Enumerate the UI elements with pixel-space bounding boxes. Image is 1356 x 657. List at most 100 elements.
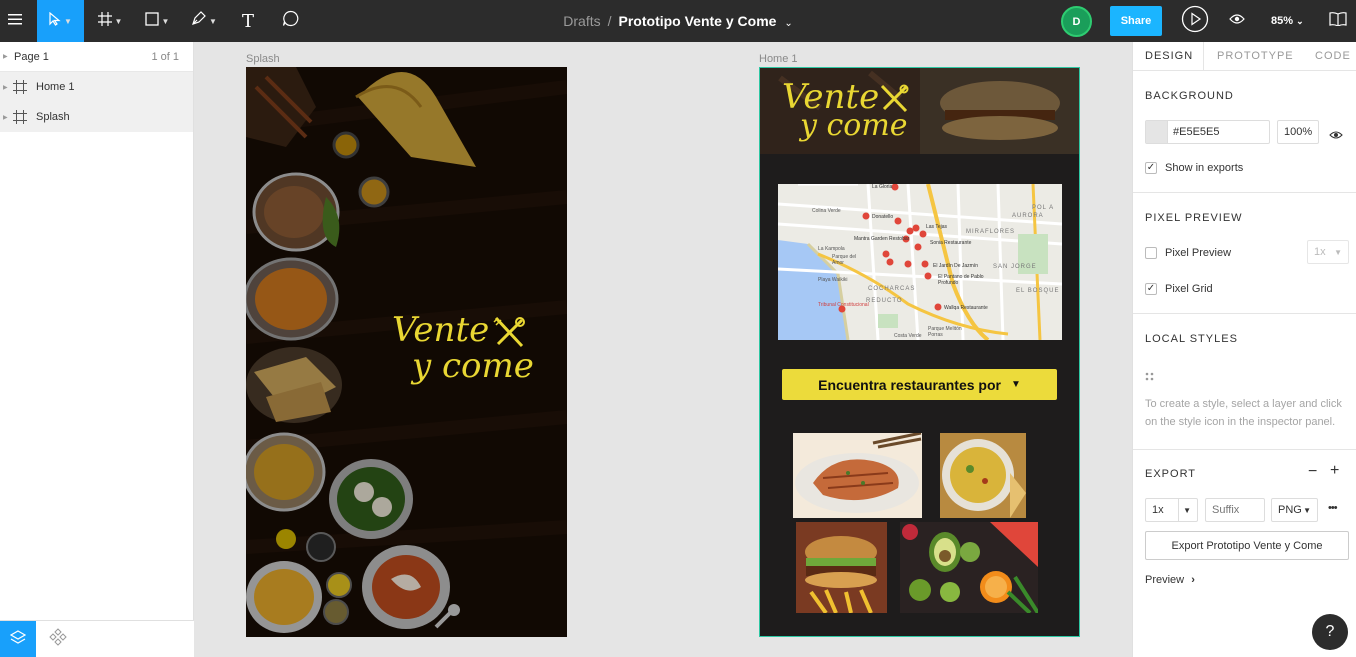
food-photo-soup[interactable] [940, 433, 1026, 518]
present-button[interactable] [1180, 0, 1210, 42]
chevron-down-icon: ▼ [1334, 247, 1342, 257]
food-photo-burger[interactable] [796, 522, 887, 613]
layer-label: Splash [36, 111, 70, 123]
burger-image [796, 522, 887, 613]
header-banner: Vente y come [760, 68, 1079, 154]
inspector-tabs: DESIGN PROTOTYPE CODE [1133, 42, 1356, 71]
add-export-button[interactable]: + [1330, 462, 1339, 480]
export-more-button[interactable]: ••• [1328, 502, 1338, 514]
bg-color-field[interactable]: #E5E5E5 [1145, 120, 1270, 144]
page-name: Page 1 [14, 50, 49, 63]
breadcrumb-separator: / [607, 13, 612, 29]
map-district: POL A [1032, 205, 1055, 211]
help-button[interactable]: ? [1312, 614, 1348, 650]
play-icon [1181, 5, 1209, 38]
map-label: Donatello [872, 214, 894, 220]
layers-tab[interactable] [0, 621, 36, 657]
map-label: El Pantano de Pablo Profundo [938, 274, 984, 286]
remove-export-button[interactable]: − [1308, 463, 1317, 481]
map-label: Parque del Amor [832, 254, 857, 266]
export-section: EXPORT − + 1x ▼ PNG ▼ ••• Export Prototi… [1133, 450, 1356, 610]
splash-frame[interactable]: Vente y come [246, 67, 567, 637]
home-frame-label[interactable]: Home 1 [759, 53, 798, 65]
page-selector[interactable]: ▶ Page 1 1 of 1 [0, 42, 193, 72]
map-label: Playa Waikiki [818, 277, 848, 283]
local-styles-section: LOCAL STYLES To create a style, select a… [1133, 314, 1356, 450]
map-district: REDUCTO [866, 298, 903, 304]
view-button[interactable] [1224, 0, 1250, 42]
find-restaurants-dropdown[interactable]: Encuentra restaurantes por ▼ [782, 369, 1057, 400]
map-district: COCHARCAS [868, 286, 916, 292]
logo-line-1: Vente [392, 310, 490, 350]
export-preview-toggle[interactable]: Preview › [1145, 574, 1195, 586]
restaurant-map[interactable]: La Gloria Donatello Mantra Garden Restob… [778, 184, 1062, 340]
zoom-value: 85% [1271, 15, 1294, 27]
map-label: Costa Verde [894, 333, 922, 339]
pixel-preview-heading: PIXEL PREVIEW [1145, 212, 1243, 224]
fork-knife-icon [492, 316, 526, 355]
caret-down-icon: ▼ [1010, 379, 1021, 390]
splash-frame-label[interactable]: Splash [246, 53, 280, 65]
chevron-down-icon: ▼ [1303, 505, 1311, 515]
show-in-exports-label: Show in exports [1165, 162, 1244, 174]
breadcrumb-drafts-link[interactable]: Drafts [563, 13, 600, 29]
avatar[interactable]: D [1061, 6, 1092, 37]
library-button[interactable] [1325, 0, 1351, 42]
local-styles-heading: LOCAL STYLES [1145, 333, 1238, 345]
map-district: MIRAFLORES [966, 229, 1016, 235]
map-label: Colina Verde [812, 208, 841, 214]
background-heading: BACKGROUND [1145, 90, 1234, 102]
map-label: Mantra Garden Restobar [854, 236, 910, 242]
export-suffix-input[interactable] [1205, 498, 1265, 522]
map-district: EL BOSQUE [1016, 288, 1060, 294]
bg-hex-value: #E5E5E5 [1173, 126, 1220, 138]
pixel-preview-label: Pixel Preview [1165, 247, 1232, 259]
layer-item-splash[interactable]: ▶ Splash [0, 102, 193, 132]
chevron-right-icon: › [1191, 574, 1195, 586]
export-format-select[interactable]: PNG ▼ [1271, 498, 1318, 522]
tab-divider [1203, 42, 1204, 71]
file-name-menu[interactable]: Prototipo Vente y Come [619, 13, 777, 29]
local-styles-hint: To create a style, select a layer and cl… [1145, 398, 1342, 428]
layers-panel: ▶ Page 1 1 of 1 ▶ Home 1 ▶ Splash [0, 42, 194, 657]
components-tab[interactable] [40, 621, 76, 657]
chevron-down-icon: ▼ [1183, 505, 1191, 515]
components-icon [49, 628, 67, 651]
export-scale-select[interactable]: 1x ▼ [1145, 498, 1198, 522]
food-photo-fruits[interactable] [900, 522, 1038, 613]
frame-icon [13, 80, 27, 94]
select-divider [1178, 499, 1179, 521]
zoom-menu[interactable]: 85% ⌄ [1271, 0, 1304, 42]
share-button[interactable]: Share [1110, 6, 1162, 36]
export-preview-label: Preview [1145, 574, 1185, 586]
pixel-preview-section: PIXEL PREVIEW Pixel Preview 1x ▼ ✓ Pixel… [1133, 193, 1356, 314]
tab-prototype[interactable]: PROTOTYPE [1217, 42, 1294, 71]
eye-icon[interactable] [1329, 127, 1343, 145]
pixel-preview-scale-value: 1x [1314, 246, 1326, 258]
show-in-exports-checkbox[interactable]: ✓ [1145, 162, 1157, 174]
home-frame[interactable]: Vente y come La Gloria Donatello Mantra … [759, 67, 1080, 637]
layer-item-home-1[interactable]: ▶ Home 1 [0, 72, 193, 102]
export-button[interactable]: Export Prototipo Vente y Come [1145, 531, 1349, 560]
food-photo-salmon[interactable] [793, 433, 922, 518]
bg-opacity-field[interactable]: 100% [1277, 120, 1319, 144]
pixel-preview-scale-select[interactable]: 1x ▼ [1307, 240, 1349, 264]
canvas[interactable]: Splash Vente y come Home 1 Vente y come … [195, 42, 1131, 657]
map-label: Parque Melitón Porras [928, 326, 962, 338]
layers-panel-footer [0, 620, 194, 657]
map-label: Tribunal Constitucional [818, 302, 869, 308]
tab-code[interactable]: CODE [1315, 42, 1351, 71]
export-scale-value: 1x [1152, 504, 1164, 516]
frame-icon [13, 110, 27, 124]
chevron-down-icon[interactable]: ⌄ [784, 18, 792, 29]
fork-knife-icon [879, 84, 909, 119]
color-swatch[interactable] [1146, 121, 1168, 143]
map-label: Las Tejas [926, 224, 948, 230]
export-heading: EXPORT [1145, 468, 1197, 480]
export-format-value: PNG [1278, 504, 1302, 516]
pixel-grid-checkbox[interactable]: ✓ [1145, 283, 1157, 295]
tab-design[interactable]: DESIGN [1145, 42, 1193, 71]
inspector-panel: DESIGN PROTOTYPE CODE BACKGROUND #E5E5E5… [1132, 42, 1356, 657]
pixel-preview-checkbox[interactable] [1145, 247, 1157, 259]
map-label: La Gloria [872, 184, 893, 190]
